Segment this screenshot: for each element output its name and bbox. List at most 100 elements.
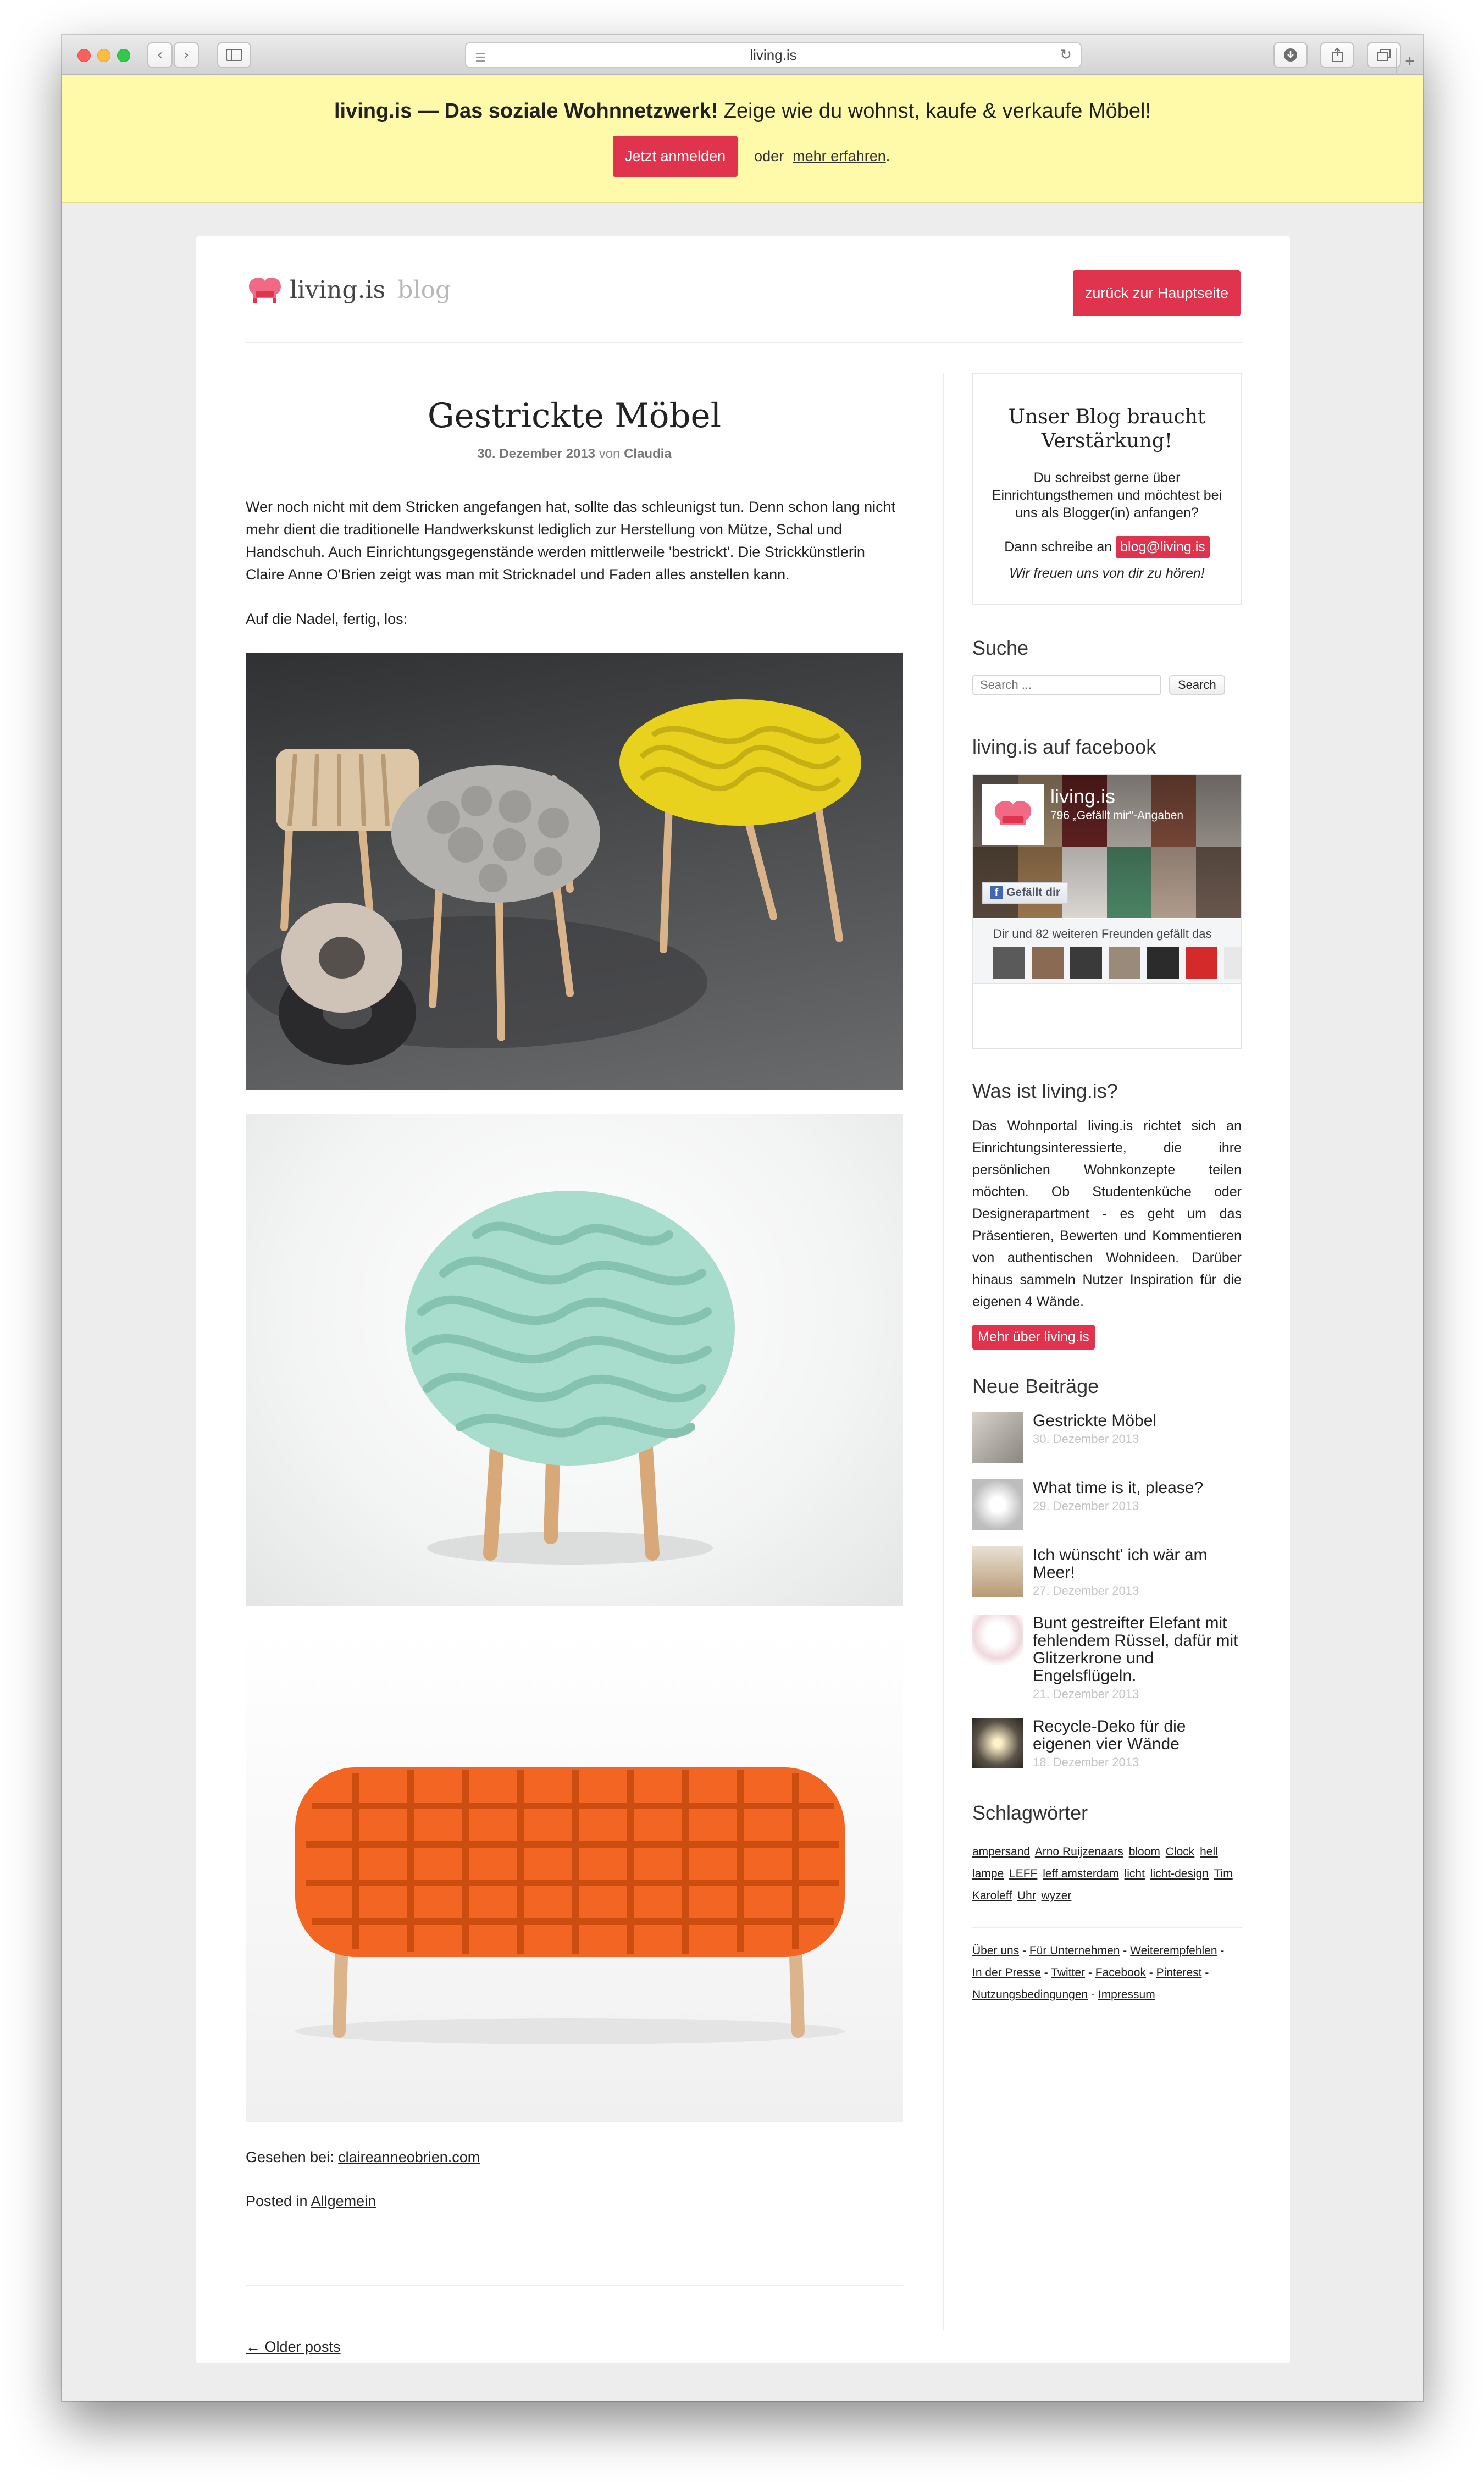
facebook-page-avatar[interactable] — [982, 784, 1044, 845]
avatar[interactable] — [1070, 947, 1102, 979]
tag-link[interactable]: Uhr — [1017, 1889, 1036, 1902]
zoom-window-button[interactable] — [117, 49, 130, 62]
tag-link[interactable]: leff amsterdam — [1043, 1867, 1119, 1880]
post-thumbnail[interactable] — [972, 1615, 1023, 1665]
knitted-stools-photo — [246, 653, 903, 1090]
recent-post-date: 21. Dezember 2013 — [1033, 1687, 1139, 1701]
avatar[interactable] — [1224, 947, 1241, 979]
blog-post: Gestrickte Möbel 30. Dezember 2013 von C… — [246, 373, 903, 2212]
more-about-button[interactable]: Mehr über living.is — [972, 1325, 1095, 1350]
reload-icon[interactable]: ↻ — [1060, 47, 1072, 63]
facebook-like-button[interactable]: f Gefällt dir — [982, 882, 1068, 904]
list-item[interactable]: Bunt gestreifter Elefant mit fehlendem R… — [972, 1615, 1242, 1701]
forward-button[interactable]: › — [174, 42, 199, 68]
downloads-button[interactable] — [1273, 42, 1308, 68]
tag-link[interactable]: hell — [1200, 1845, 1218, 1858]
signup-button[interactable]: Jetzt anmelden — [613, 136, 738, 177]
list-item[interactable]: What time is it, please? 29. Dezember 201… — [972, 1479, 1242, 1530]
recent-post-date: 27. Dezember 2013 — [1033, 1584, 1139, 1597]
sidebar-icon — [226, 49, 242, 61]
avatar[interactable] — [1032, 947, 1064, 979]
tag-link[interactable]: licht — [1125, 1867, 1145, 1880]
older-posts-link[interactable]: ← Older posts — [246, 2339, 341, 2356]
close-window-button[interactable] — [77, 49, 91, 62]
address-bar[interactable]: ☰ living.is ↻ — [465, 42, 1082, 68]
footer-link-terms[interactable]: Nutzungsbedingungen — [972, 1988, 1088, 2001]
footer-link-pinterest[interactable]: Pinterest — [1156, 1966, 1202, 1979]
share-button[interactable] — [1320, 42, 1354, 68]
list-item[interactable]: Gestrickte Möbel 30. Dezember 2013 — [972, 1412, 1242, 1463]
post-thumbnail[interactable] — [972, 1412, 1023, 1463]
footer-link-press[interactable]: In der Presse — [972, 1966, 1041, 1979]
avatar[interactable] — [1147, 947, 1179, 979]
post-thumbnail[interactable] — [972, 1718, 1023, 1768]
avatar[interactable] — [1186, 947, 1217, 979]
tag-link[interactable]: Clock — [1166, 1845, 1195, 1858]
reader-icon[interactable]: ☰ — [475, 51, 486, 65]
avatar[interactable] — [1109, 947, 1140, 979]
tag-link[interactable]: licht-design — [1150, 1867, 1209, 1880]
post-body: Wer noch nicht mit dem Stricken angefang… — [246, 496, 903, 2122]
footer-link-twitter[interactable]: Twitter — [1051, 1966, 1085, 1979]
search-button[interactable]: Search — [1169, 675, 1225, 695]
facebook-like-box: living.is 796 „Gefällt mir"-Angaben f Gef… — [972, 774, 1242, 1049]
list-item[interactable]: Ich wünscht' ich wär am Meer! 27. Dezembe… — [972, 1546, 1242, 1598]
share-icon — [1332, 47, 1343, 62]
footer-link-about[interactable]: Über uns — [972, 1944, 1019, 1957]
join-thanks: Wir freuen uns von dir zu hören! — [1009, 566, 1205, 581]
footer-link-business[interactable]: Für Unternehmen — [1029, 1944, 1120, 1957]
chevron-right-icon: › — [183, 47, 190, 63]
footer-link-imprint[interactable]: Impressum — [1098, 1988, 1155, 2001]
recent-post-title[interactable]: Ich wünscht' ich wär am Meer! — [1033, 1546, 1242, 1582]
recent-post-date: 29. Dezember 2013 — [1033, 1499, 1139, 1513]
tag-link[interactable]: Karoleff — [972, 1889, 1012, 1902]
post-thumbnail[interactable] — [972, 1479, 1023, 1530]
tag-link[interactable]: wyzer — [1042, 1889, 1072, 1902]
sidebar-divider — [943, 373, 944, 2330]
recent-post-title[interactable]: Recycle-Deko für die eigenen vier Wände — [1033, 1718, 1242, 1753]
join-contact-prefix: Dann schreibe an — [1004, 539, 1112, 555]
source-link[interactable]: claireanneobrien.com — [338, 2149, 480, 2165]
seen-at: Gesehen bei: claireanneobrien.com — [246, 2146, 903, 2168]
recent-post-title[interactable]: What time is it, please? — [1033, 1479, 1203, 1497]
chevron-left-icon: ‹ — [157, 47, 163, 63]
avatar[interactable] — [993, 947, 1025, 979]
post-meta: 30. Dezember 2013 von Claudia — [246, 446, 903, 462]
tag-link[interactable]: ampersand — [972, 1845, 1030, 1858]
minimize-window-button[interactable] — [97, 49, 110, 62]
sidebar-button[interactable] — [217, 42, 251, 68]
post-by: von — [599, 446, 621, 461]
footer-link-recommend[interactable]: Weiterempfehlen — [1130, 1944, 1217, 1957]
category-link[interactable]: Allgemein — [311, 2193, 376, 2209]
recent-post-title[interactable]: Bunt gestreifter Elefant mit fehlendem R… — [1033, 1615, 1242, 1685]
blog-logo[interactable]: living.is blog — [246, 274, 451, 305]
back-button[interactable]: ‹ — [147, 42, 173, 68]
learn-more-link[interactable]: mehr erfahren — [793, 148, 886, 165]
post-author[interactable]: Claudia — [624, 446, 672, 461]
facebook-widget-title: living.is auf facebook — [972, 736, 1156, 758]
separator: - — [1088, 1988, 1098, 2001]
post-thumbnail[interactable] — [972, 1546, 1023, 1597]
recent-post-title[interactable]: Gestrickte Möbel — [1033, 1412, 1156, 1430]
back-to-home-button[interactable]: zurück zur Hauptseite — [1072, 270, 1241, 316]
logo-blog-text: blog — [397, 275, 451, 304]
tag-link[interactable]: Tim — [1214, 1867, 1232, 1880]
sidebar: Unser Blog braucht Verstärkung! Du schre… — [972, 373, 1242, 2006]
blog-email-link[interactable]: blog@living.is — [1116, 536, 1210, 558]
list-item[interactable]: Recycle-Deko für die eigenen vier Wände 1… — [972, 1718, 1242, 1770]
browser-toolbar: ‹ › ☰ living.is ↻ + — [62, 35, 1423, 75]
search-widget-title: Suche — [972, 637, 1029, 659]
footer-link-facebook[interactable]: Facebook — [1095, 1966, 1146, 1979]
facebook-page-name[interactable]: living.is — [1050, 785, 1115, 808]
browser-window: ‹ › ☰ living.is ↻ + living.is — Das sozi… — [62, 35, 1423, 2401]
search-input[interactable] — [972, 675, 1161, 695]
post-title[interactable]: Gestrickte Möbel — [246, 396, 903, 435]
tag-link[interactable]: bloom — [1129, 1845, 1160, 1858]
tag-link[interactable]: LEFF — [1009, 1867, 1037, 1880]
separator: - — [1145, 1966, 1156, 1979]
banner-period: . — [885, 148, 890, 164]
new-tab-button[interactable]: + — [1396, 48, 1423, 75]
tag-link[interactable]: lampe — [972, 1867, 1004, 1880]
post-date[interactable]: 30. Dezember 2013 — [477, 446, 595, 461]
tag-link[interactable]: Arno Ruijzenaars — [1035, 1845, 1123, 1858]
